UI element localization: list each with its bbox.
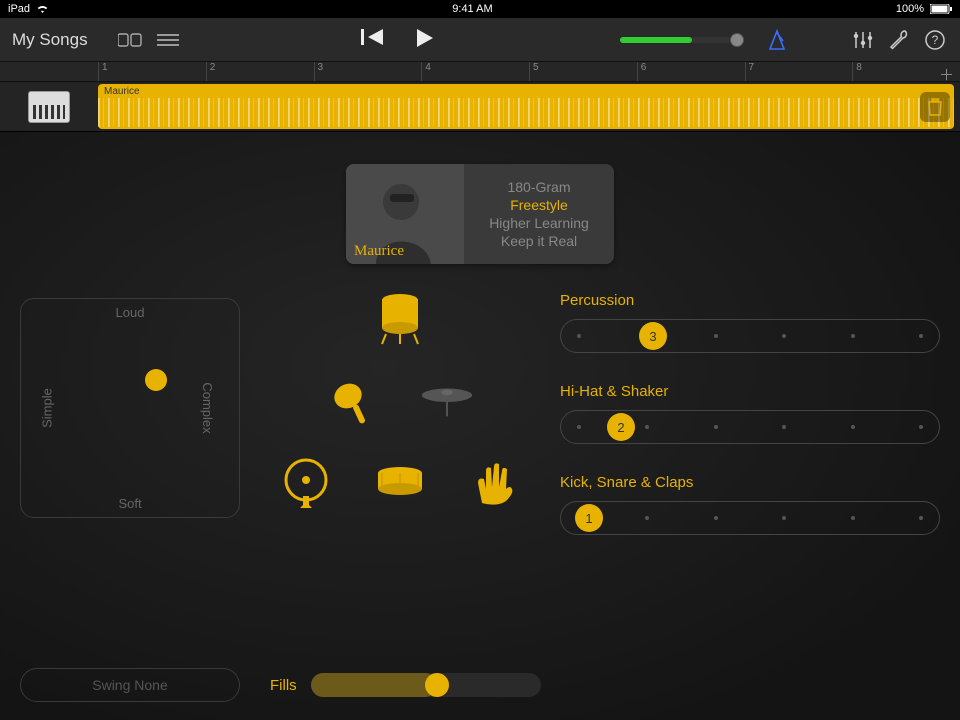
ruler-bar: 7 (745, 62, 755, 81)
wifi-icon (36, 4, 49, 14)
delete-region-button[interactable] (920, 92, 950, 122)
master-meter[interactable] (620, 37, 730, 43)
ruler-bar: 2 (206, 62, 216, 81)
swing-button[interactable]: Swing None (20, 668, 240, 702)
preset-item[interactable]: Keep it Real (501, 233, 577, 249)
ruler-bar: 4 (421, 62, 431, 81)
drummer-editor: Maurice 180-Gram Freestyle Higher Learning… (0, 132, 960, 720)
status-bar: iPad 9:41 AM 100% (0, 0, 960, 18)
kick-drum-icon[interactable] (279, 456, 333, 510)
slider-knob[interactable]: 2 (607, 413, 635, 441)
variation-sliders: Percussion 3 Hi-Hat & Shaker 2 Kick, Sna… (560, 292, 940, 535)
kit-instrument-grid (270, 292, 530, 510)
xy-label-complex: Complex (200, 382, 215, 433)
ruler-bar: 8 (852, 62, 862, 81)
xy-label-soft: Soft (118, 496, 141, 511)
mixer-icon[interactable] (850, 27, 876, 53)
drum-machine-icon (28, 91, 70, 123)
maraca-icon[interactable] (326, 374, 380, 428)
hihat-label: Hi-Hat & Shaker (560, 383, 940, 400)
ruler-bar: 3 (314, 62, 324, 81)
kick-slider[interactable]: 1 (560, 501, 940, 535)
slider-knob[interactable]: 3 (639, 322, 667, 350)
preset-item[interactable]: Higher Learning (489, 215, 589, 231)
app-toolbar: My Songs ? (0, 18, 960, 62)
ruler-bar: 5 (529, 62, 539, 81)
view-toggle-tracks-icon[interactable] (116, 28, 144, 52)
slider-knob[interactable]: 1 (575, 504, 603, 532)
track-row: Maurice (0, 82, 960, 132)
track-header[interactable] (0, 82, 98, 131)
drummer-portrait: Maurice (346, 164, 464, 264)
percussion-label: Percussion (560, 292, 940, 309)
xy-performance-pad[interactable]: Loud Soft Simple Complex (20, 298, 240, 518)
ruler-bar: 1 (98, 62, 108, 81)
xy-label-simple: Simple (39, 388, 54, 428)
svg-text:?: ? (932, 33, 939, 47)
settings-wrench-icon[interactable] (886, 27, 912, 53)
region-label: Maurice (104, 86, 140, 97)
hihat-slider[interactable]: 2 (560, 410, 940, 444)
add-section-button[interactable]: ＋ (939, 64, 954, 85)
kick-label: Kick, Snare & Claps (560, 474, 940, 491)
clap-hand-icon[interactable] (467, 456, 521, 510)
view-toggle-list-icon[interactable] (154, 28, 182, 52)
battery-icon (930, 4, 952, 14)
snare-icon[interactable] (373, 456, 427, 510)
xy-puck[interactable] (145, 369, 167, 391)
timeline-ruler[interactable]: 1 2 3 4 5 6 7 8 ＋ (0, 62, 960, 82)
drummer-preset-card[interactable]: Maurice 180-Gram Freestyle Higher Learning… (346, 164, 614, 264)
region-waveform (98, 98, 954, 127)
drummer-signature: Maurice (354, 243, 404, 260)
clock: 9:41 AM (452, 3, 492, 15)
xy-label-loud: Loud (116, 305, 145, 320)
percussion-slider[interactable]: 3 (560, 319, 940, 353)
play-button[interactable] (415, 27, 441, 53)
back-button[interactable]: My Songs (12, 30, 88, 50)
battery-percent: 100% (896, 3, 924, 15)
metronome-icon[interactable] (764, 27, 790, 53)
fills-knob[interactable] (425, 673, 449, 697)
fills-label: Fills (270, 677, 297, 694)
preset-list[interactable]: 180-Gram Freestyle Higher Learning Keep it … (464, 164, 614, 264)
go-to-start-button[interactable] (361, 27, 387, 53)
cymbal-icon[interactable] (420, 374, 474, 428)
drummer-region[interactable]: Maurice (98, 84, 954, 129)
device-label: iPad (8, 3, 30, 15)
help-icon[interactable]: ? (922, 27, 948, 53)
fills-slider[interactable] (311, 673, 541, 697)
preset-item[interactable]: Freestyle (510, 197, 568, 213)
tom-icon[interactable] (373, 292, 427, 346)
preset-item[interactable]: 180-Gram (507, 179, 570, 195)
ruler-bar: 6 (637, 62, 647, 81)
